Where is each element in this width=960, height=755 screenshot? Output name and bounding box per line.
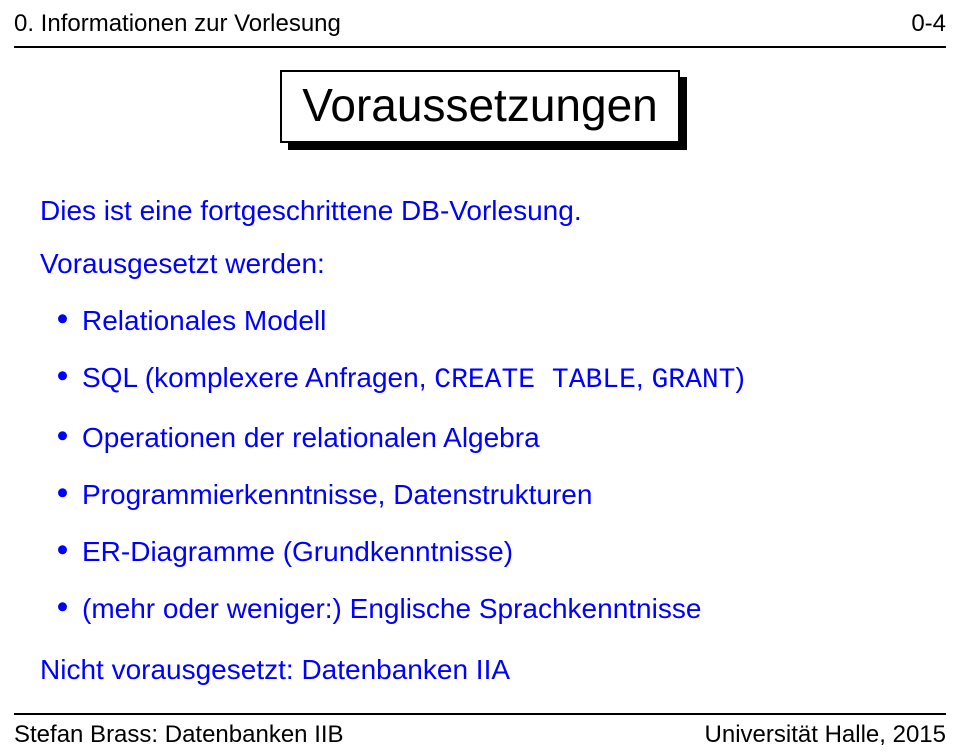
header-left: 0. Informationen zur Vorlesung — [14, 10, 341, 38]
item-text-pre: SQL (komplexere Anfragen, — [82, 362, 434, 393]
item-text-mid: , — [636, 362, 652, 393]
item-code: CREATE TABLE — [434, 365, 636, 396]
item-text-post: ) — [735, 362, 744, 393]
header-page-number: 0-4 — [911, 10, 946, 38]
item-text: (mehr oder weniger:) Englische Sprachken… — [82, 593, 701, 624]
item-code2: GRANT — [651, 365, 735, 396]
slide-body: Dies ist eine fortgeschrittene DB-Vorles… — [40, 175, 920, 687]
intro-text: Dies ist eine fortgeschrittene DB-Vorles… — [40, 193, 920, 228]
closing-text: Nicht vorausgesetzt: Datenbanken IIA — [40, 652, 920, 687]
list-item: ER-Diagramme (Grundkenntnisse) — [40, 534, 920, 569]
item-text: Programmierkenntnisse, Datenstrukturen — [82, 479, 592, 510]
item-text: Operationen der relationalen Algebra — [82, 422, 540, 453]
slide-footer: Stefan Brass: Datenbanken IIB Universitä… — [14, 721, 946, 749]
item-text: Relationales Modell — [82, 305, 326, 336]
footer-rule — [14, 713, 946, 715]
header-rule — [14, 46, 946, 48]
slide-title: Voraussetzungen — [280, 70, 680, 143]
title-shadow: Voraussetzungen — [280, 70, 680, 143]
list-item: Programmierkenntnisse, Datenstrukturen — [40, 477, 920, 512]
footer-left: Stefan Brass: Datenbanken IIB — [14, 721, 344, 749]
slide: 0. Informationen zur Vorlesung 0-4 Vorau… — [0, 0, 960, 755]
list-item: (mehr oder weniger:) Englische Sprachken… — [40, 591, 920, 626]
footer-right: Universität Halle, 2015 — [705, 721, 946, 749]
list-item: SQL (komplexere Anfragen, CREATE TABLE, … — [40, 360, 920, 398]
list-item: Relationales Modell — [40, 303, 920, 338]
list-item: Operationen der relationalen Algebra — [40, 420, 920, 455]
lead-text: Vorausgesetzt werden: — [40, 246, 920, 281]
bullet-list: Relationales Modell SQL (komplexere Anfr… — [40, 303, 920, 626]
title-wrap: Voraussetzungen — [0, 70, 960, 143]
slide-header: 0. Informationen zur Vorlesung 0-4 — [14, 10, 946, 38]
item-text: ER-Diagramme (Grundkenntnisse) — [82, 536, 513, 567]
